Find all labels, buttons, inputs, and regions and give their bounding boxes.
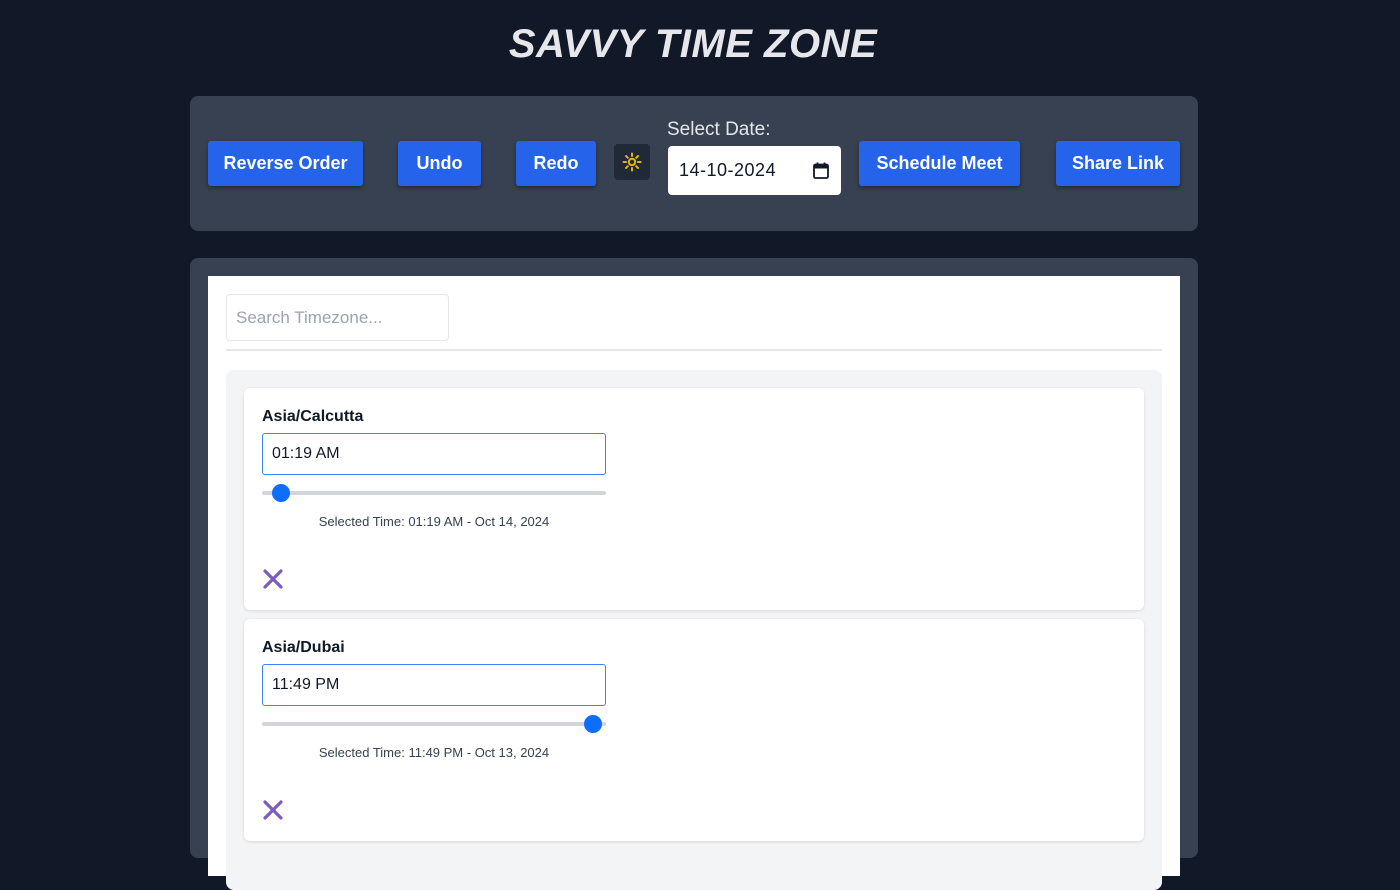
date-value: 14-10-2024 xyxy=(679,160,777,180)
time-value: 11:49 PM xyxy=(272,676,340,693)
time-slider[interactable] xyxy=(262,715,606,733)
schedule-meet-button[interactable]: Schedule Meet xyxy=(859,141,1020,186)
slider-thumb[interactable] xyxy=(271,484,290,502)
time-input[interactable]: 01:19 AM xyxy=(262,433,606,475)
undo-button[interactable]: Undo xyxy=(398,141,481,186)
share-link-button[interactable]: Share Link xyxy=(1056,141,1180,186)
time-input[interactable]: 11:49 PM xyxy=(262,664,606,706)
timezone-name: Asia/Calcutta xyxy=(262,408,364,425)
search-input[interactable]: Search Timezone... xyxy=(226,294,449,341)
calendar-icon[interactable] xyxy=(813,162,829,179)
date-input[interactable]: 14-10-2024 xyxy=(668,146,841,195)
date-label: Select Date: xyxy=(667,119,771,140)
app-title: SAVVY TIME ZONE xyxy=(508,22,878,66)
timezone-card: Asia/Calcutta 01:19 AM Selected Time: 01… xyxy=(244,388,1144,610)
selected-time-text: Selected Time: 01:19 AM - Oct 14, 2024 xyxy=(318,514,550,529)
timezone-name: Asia/Dubai xyxy=(262,639,345,656)
divider xyxy=(226,349,1162,351)
remove-timezone-icon[interactable] xyxy=(262,568,284,590)
selected-time-text: Selected Time: 11:49 PM - Oct 13, 2024 xyxy=(318,745,550,760)
timezone-card: Asia/Dubai 11:49 PM Selected Time: 11:49… xyxy=(244,619,1144,841)
reverse-order-button[interactable]: Reverse Order xyxy=(208,141,363,186)
time-value: 01:19 AM xyxy=(272,445,340,462)
slider-thumb[interactable] xyxy=(584,715,603,733)
theme-toggle-button[interactable] xyxy=(614,144,650,180)
timezone-list: Asia/Calcutta 01:19 AM Selected Time: 01… xyxy=(226,370,1162,890)
sun-icon xyxy=(622,152,642,172)
main-container: Search Timezone... Asia/Calcutta 01:19 A… xyxy=(190,258,1198,890)
time-slider[interactable] xyxy=(262,484,606,502)
redo-button[interactable]: Redo xyxy=(516,141,596,186)
toolbar: Reverse Order Undo Redo Select Date: 14-… xyxy=(190,96,1198,231)
timezone-panel: Search Timezone... Asia/Calcutta 01:19 A… xyxy=(208,276,1180,890)
remove-timezone-icon[interactable] xyxy=(262,799,284,821)
